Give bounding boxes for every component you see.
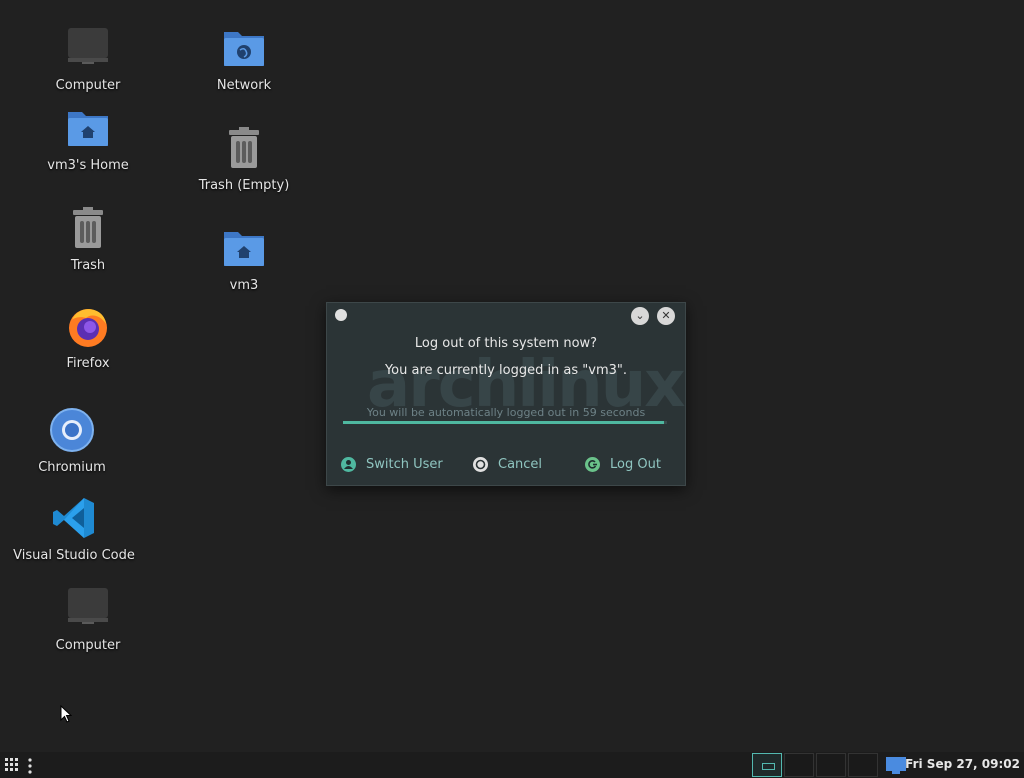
desktop-icon-home[interactable]: vm3's Home — [28, 104, 148, 173]
desktop-icon-vm3[interactable]: vm3 — [184, 224, 304, 293]
desktop-icon-computer[interactable]: Computer — [28, 24, 148, 93]
taskbar: Fri Sep 27, 09:02 — [0, 752, 1024, 778]
vscode-icon — [53, 498, 94, 538]
desktop-icon-label: vm3's Home — [47, 158, 129, 173]
desktop-icon-chromium[interactable]: Chromium — [12, 406, 132, 475]
desktop-icon-trash[interactable]: Trash — [28, 204, 148, 273]
clock[interactable]: Fri Sep 27, 09:02 — [905, 757, 1020, 771]
network-folder-icon — [224, 32, 264, 66]
log-out-label: Log Out — [610, 456, 661, 472]
computer-icon — [68, 28, 108, 64]
logout-dialog: archlinux ⌄ ✕ Log out of this system now… — [326, 302, 686, 486]
minimize-button[interactable]: ⌄ — [631, 307, 649, 325]
close-button[interactable]: ✕ — [657, 307, 675, 325]
workspace-2[interactable] — [784, 753, 814, 777]
desktop-icon-computer-2[interactable]: Computer — [28, 584, 148, 653]
switch-user-button[interactable]: Switch User — [341, 453, 443, 475]
cancel-button[interactable]: Cancel — [473, 453, 542, 475]
desktop-icon-label: Computer — [55, 78, 121, 93]
home-folder-icon — [224, 232, 264, 266]
user-icon — [341, 456, 356, 472]
desktop-icon-firefox[interactable]: Firefox — [28, 302, 148, 371]
workspace-4[interactable] — [848, 753, 878, 777]
progress-fill — [343, 421, 664, 424]
dialog-titlebar[interactable]: ⌄ ✕ — [327, 303, 685, 327]
app-grid-icon[interactable] — [5, 758, 19, 772]
desktop-icon-label: Trash — [70, 258, 106, 273]
desktop-icon-trash-empty[interactable]: Trash (Empty) — [184, 124, 304, 193]
desktop-icon-label: Firefox — [66, 356, 110, 371]
window-thumbnail — [762, 763, 775, 770]
cancel-icon — [473, 456, 488, 472]
mouse-cursor-icon — [60, 705, 72, 723]
desktop-icon-label: vm3 — [229, 278, 259, 293]
chromium-icon — [50, 408, 94, 452]
workspace-3[interactable] — [816, 753, 846, 777]
workspace-1[interactable] — [752, 753, 782, 777]
computer-icon — [68, 588, 108, 624]
desktop-icon-vscode[interactable]: Visual Studio Code — [13, 494, 135, 563]
trash-icon — [229, 127, 259, 168]
desktop-icon-label: Computer — [55, 638, 121, 653]
desktop-icon-label: Chromium — [38, 460, 106, 475]
logged-in-as-text: You are currently logged in as "vm3". — [384, 363, 628, 378]
countdown-progress-bar — [343, 421, 667, 424]
desktop-icon-label: Visual Studio Code — [13, 548, 135, 563]
desktop-icon-network[interactable]: Network — [184, 24, 304, 93]
trash-icon — [73, 207, 103, 248]
menu-dots-icon[interactable] — [27, 758, 33, 774]
cancel-label: Cancel — [498, 456, 543, 472]
firefox-icon — [69, 309, 107, 347]
show-desktop-icon[interactable] — [886, 757, 906, 774]
log-out-button[interactable]: Log Out — [585, 453, 661, 475]
logout-icon — [585, 456, 600, 472]
window-menu-icon[interactable] — [335, 309, 347, 321]
countdown-text: You will be automatically logged out in … — [366, 406, 646, 419]
home-folder-icon — [68, 112, 108, 146]
switch-user-label: Switch User — [366, 456, 443, 472]
desktop-icon-label: Trash (Empty) — [198, 178, 290, 193]
desktop-icon-label: Network — [216, 78, 272, 93]
logout-question: Log out of this system now? — [414, 336, 598, 351]
